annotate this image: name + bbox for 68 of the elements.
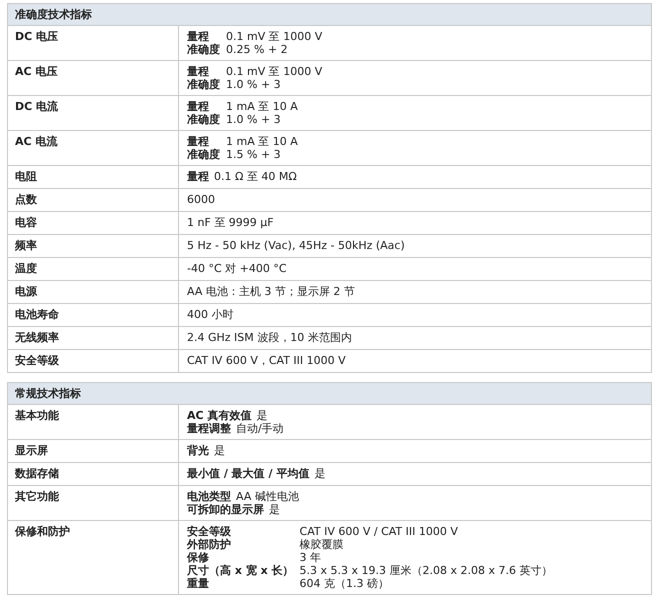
spec-key: 准确度: [187, 113, 220, 126]
spec-value: 1 mA 至 10 A: [226, 100, 299, 113]
section-header: 常规技术指标: [8, 383, 651, 404]
spec-value: 是: [269, 503, 280, 516]
spec-key: 重量: [187, 577, 294, 590]
spec-value: 0.1 mV 至 1000 V: [226, 65, 324, 78]
spec-label: 基本功能: [8, 405, 179, 439]
spec-value: AA 电池：主机 3 节；显示屏 2 节: [187, 285, 355, 298]
spec-value: 0.25 % + 2: [226, 43, 289, 56]
spec-key: 安全等级: [187, 525, 294, 538]
spec-value: -40 °C 对 +400 °C: [187, 262, 287, 275]
spec-value: 400 小时: [187, 308, 234, 321]
spec-key: 电池类型: [187, 490, 231, 503]
spec-label: 点数: [8, 189, 179, 211]
spec-key: 量程: [187, 170, 209, 183]
spec-label: 电容: [8, 212, 179, 234]
spec-value: 是: [214, 444, 225, 457]
spec-key: 量程: [187, 100, 220, 113]
spec-value: 5.3 x 5.3 x 19.3 厘米（2.08 x 2.08 x 7.6 英寸）: [300, 564, 554, 577]
spec-key: 准确度: [187, 43, 220, 56]
spec-value: 5 Hz - 50 kHz (Vac), 45Hz - 50kHz (Aac): [187, 239, 405, 252]
spec-key: AC 真有效值: [187, 409, 252, 422]
spec-key: 量程: [187, 135, 220, 148]
spec-value: 3 年: [300, 551, 322, 564]
spec-value: 自动/手动: [236, 422, 284, 435]
spec-label: AC 电压: [8, 61, 179, 95]
spec-label: 温度: [8, 258, 179, 280]
spec-key: 准确度: [187, 78, 220, 91]
spec-key: 背光: [187, 444, 209, 457]
spec-label: 数据存储: [8, 463, 179, 485]
spec-value: 是: [256, 409, 268, 422]
spec-label: 显示屏: [8, 440, 179, 462]
spec-value: 0.1 Ω 至 40 MΩ: [214, 170, 297, 183]
spec-label: 安全等级: [8, 350, 179, 372]
spec-label: DC 电压: [8, 26, 179, 60]
spec-value: 604 克（1.3 磅）: [300, 577, 390, 590]
spec-value: 1 mA 至 10 A: [226, 135, 299, 148]
spec-label: 无线频率: [8, 327, 179, 349]
spec-label: 其它功能: [8, 486, 179, 520]
spec-key: 最小值 / 最大值 / 平均值: [187, 467, 310, 480]
spec-value: AA 碱性电池: [236, 490, 299, 503]
spec-label: AC 电流: [8, 131, 179, 165]
spec-label: 频率: [8, 235, 179, 257]
spec-key: 可拆卸的显示屏: [187, 503, 264, 516]
spec-label: DC 电流: [8, 96, 179, 130]
spec-value: 6000: [187, 193, 215, 206]
spec-value: CAT IV 600 V / CAT III 1000 V: [300, 525, 459, 538]
spec-label: 电阻: [8, 166, 179, 188]
spec-key: 外部防护: [187, 538, 294, 551]
spec-value: 1 nF 至 9999 μF: [187, 216, 274, 229]
spec-value: CAT IV 600 V，CAT III 1000 V: [187, 354, 346, 367]
section-header: 准确度技术指标: [8, 4, 651, 25]
spec-label: 电池寿命: [8, 304, 179, 326]
spec-value: 2.4 GHz ISM 波段，10 米范围内: [187, 331, 352, 344]
spec-value: 0.1 mV 至 1000 V: [226, 30, 324, 43]
spec-key: 准确度: [187, 148, 220, 161]
spec-key: 保修: [187, 551, 294, 564]
spec-key: 尺寸（高 x 宽 x 长）: [187, 564, 294, 577]
spec-value: 橡胶覆膜: [300, 538, 345, 551]
spec-value: 1.0 % + 3: [226, 113, 282, 126]
spec-value: 是: [314, 467, 326, 480]
spec-key: 量程: [187, 65, 220, 78]
spec-label: 电源: [8, 281, 179, 303]
spec-key: 量程调整: [187, 422, 231, 435]
spec-label: 保修和防护: [8, 521, 179, 594]
spec-value: 1.0 % + 3: [226, 78, 282, 91]
spec-key: 量程: [187, 30, 220, 43]
spec-value: 1.5 % + 3: [226, 148, 282, 161]
